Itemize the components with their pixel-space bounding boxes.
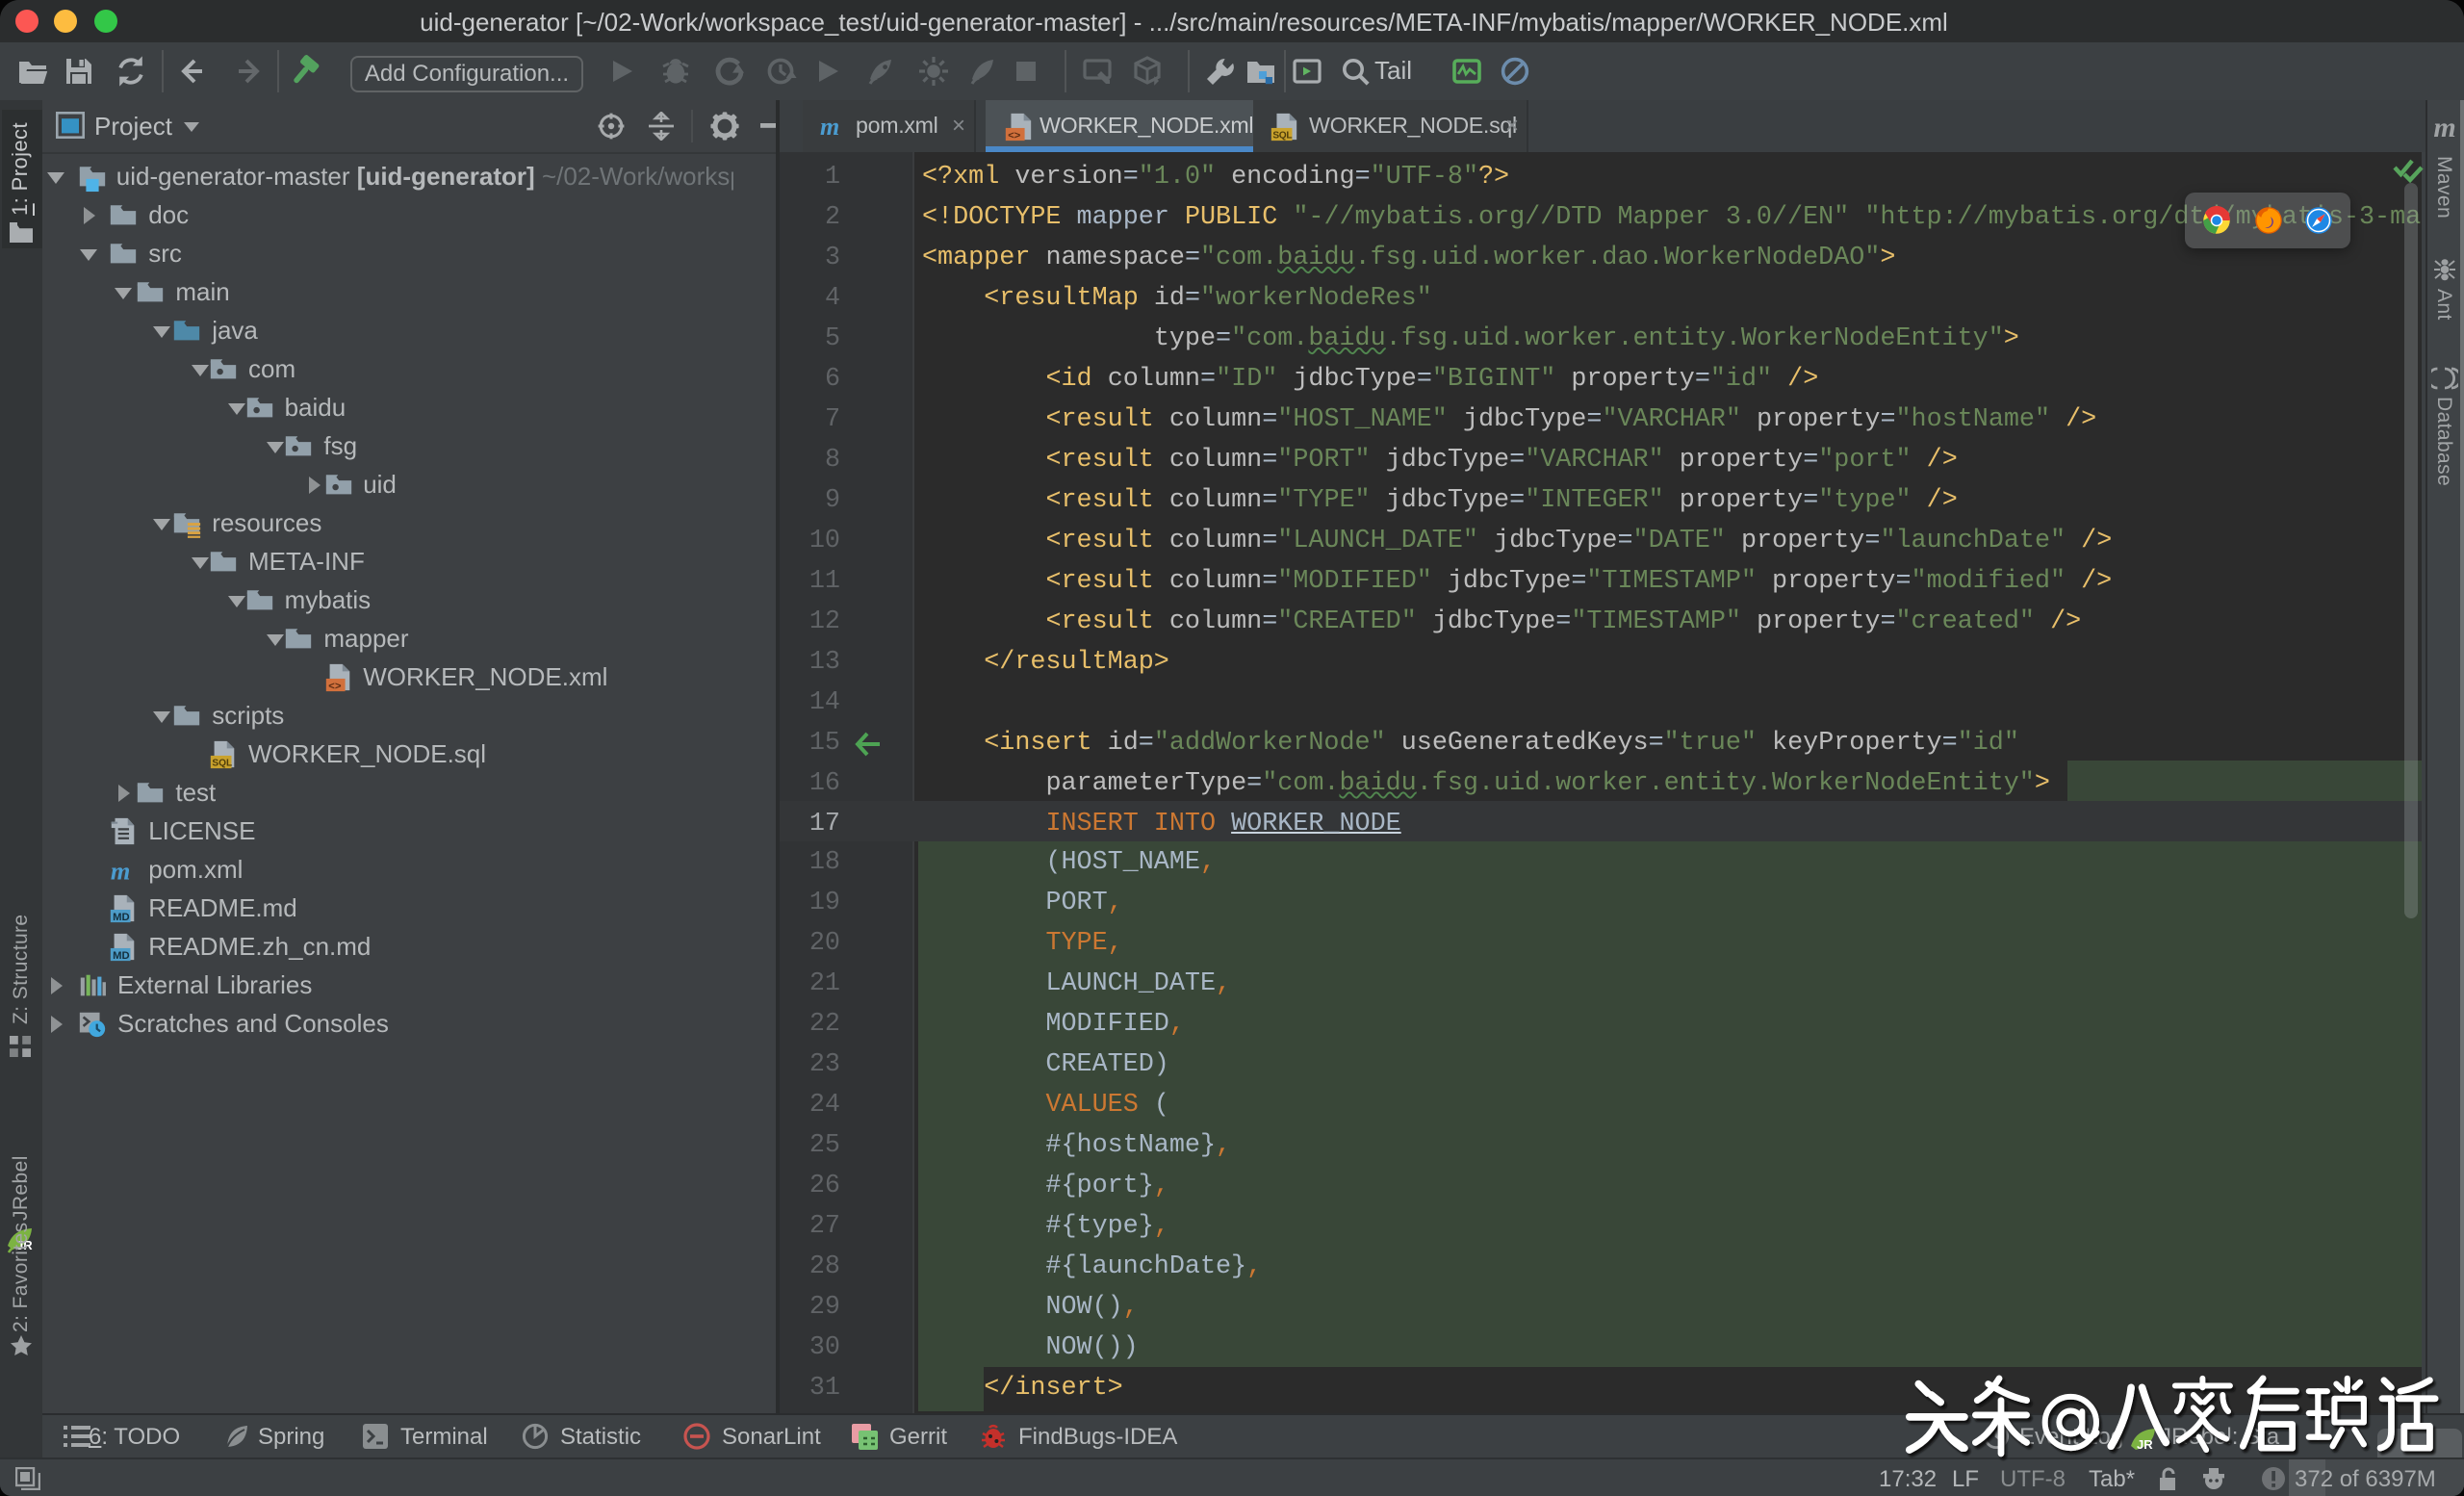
svg-text:m: m	[819, 113, 838, 138]
svg-text:SQL: SQL	[1271, 129, 1291, 140]
svg-text:MD: MD	[113, 950, 130, 962]
svg-text:<>: <>	[327, 682, 341, 693]
svg-text:MD: MD	[113, 912, 130, 923]
svg-text:SQL: SQL	[212, 758, 232, 768]
svg-text:m: m	[111, 857, 131, 885]
svg-text:<>: <>	[1007, 130, 1019, 142]
